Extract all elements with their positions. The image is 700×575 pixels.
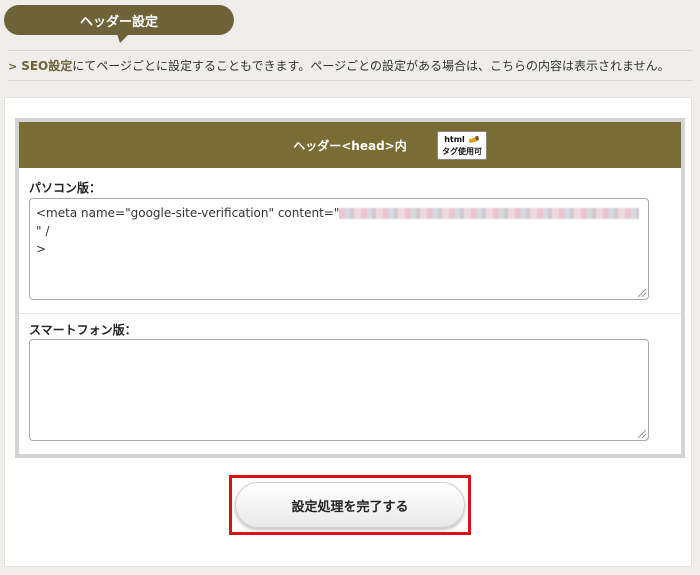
pencil-icon: [468, 136, 479, 144]
sp-head-textarea[interactable]: [29, 339, 649, 441]
badge-tag-text: タグ使用可: [442, 147, 482, 156]
resize-handle[interactable]: [638, 430, 646, 438]
tab-pointer: [117, 34, 129, 43]
pc-label: パソコン版：: [29, 181, 102, 195]
divider-bottom: [8, 80, 692, 81]
header-settings-tab: ヘッダー設定: [4, 5, 234, 35]
header-settings-tab-label: ヘッダー設定: [79, 14, 158, 30]
seo-notice-text: にてページごとに設定することもできます。ページごとの設定がある場合は、こちらの内…: [72, 59, 670, 73]
pc-value-line2: >: [36, 242, 47, 256]
pc-head-textarea[interactable]: <meta name="google-site-verification" co…: [29, 198, 649, 300]
badge-html-text: html: [444, 135, 465, 144]
divider-top: [8, 50, 692, 51]
section-header: ヘッダー<head>内 html タグ使用可: [19, 122, 681, 168]
section-title: ヘッダー<head>内: [293, 138, 407, 153]
section-divider: [19, 313, 681, 314]
resize-handle[interactable]: [638, 289, 646, 297]
pc-value-prefix: <meta name="google-site-verification" co…: [36, 206, 340, 220]
redacted-content: [339, 208, 640, 219]
head-settings-box: ヘッダー<head>内 html タグ使用可 パソコン版： <meta name…: [15, 118, 685, 458]
chevron-right-icon: >: [8, 60, 18, 73]
complete-settings-button[interactable]: 設定処理を完了する: [235, 482, 465, 528]
seo-settings-link[interactable]: SEO設定: [21, 59, 72, 73]
sp-label: スマートフォン版：: [29, 323, 137, 337]
seo-notice: > SEO設定にてページごとに設定することもできます。ページごとの設定がある場合は…: [8, 55, 692, 77]
pc-value-suffix: " /: [36, 224, 50, 238]
html-allowed-badge: html タグ使用可: [437, 131, 487, 160]
